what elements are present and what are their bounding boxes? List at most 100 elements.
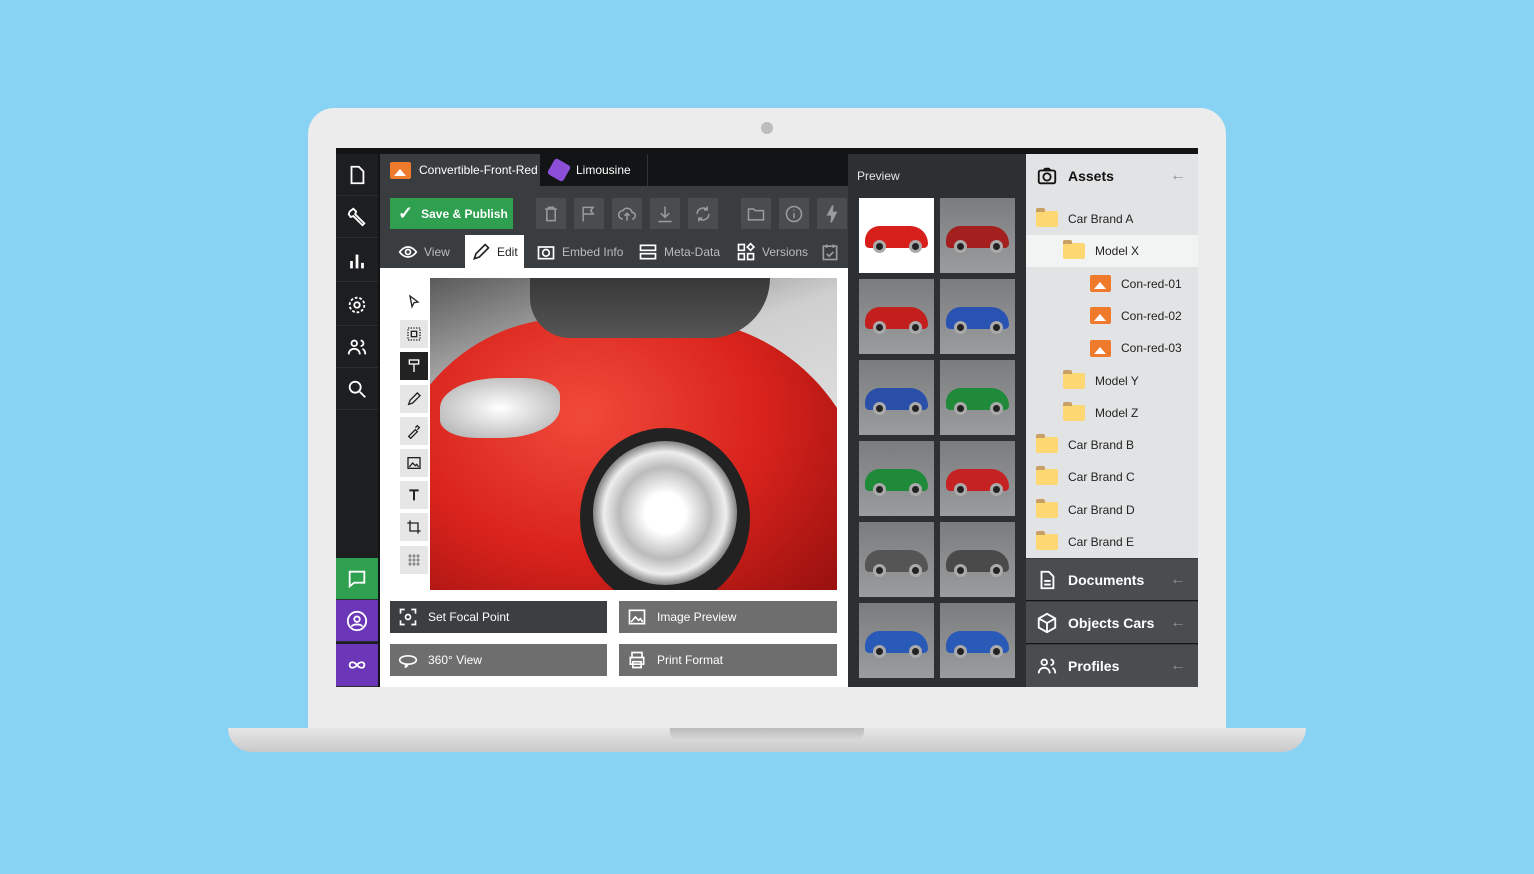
tree-item[interactable]: Model Z — [1026, 397, 1198, 429]
sidebar-search[interactable] — [336, 368, 378, 410]
tree-item[interactable]: Model X — [1026, 235, 1198, 268]
preview-thumbnail[interactable] — [859, 360, 934, 435]
tree-item[interactable]: Con-red-01 — [1026, 268, 1198, 300]
tab-label: View — [424, 244, 450, 259]
tree-item[interactable]: Car Brand A — [1026, 203, 1198, 235]
lightning-button[interactable] — [817, 198, 847, 229]
preview-thumbnail[interactable] — [940, 603, 1015, 678]
tool-image[interactable] — [400, 449, 428, 477]
tree-item[interactable]: Con-red-03 — [1026, 332, 1198, 364]
set-focal-point-button[interactable]: Set Focal Point — [390, 601, 607, 633]
text-icon — [409, 489, 419, 501]
tab-label: Embed Info — [562, 244, 624, 259]
button-label: 360° View — [428, 653, 482, 667]
tab-view[interactable]: View — [392, 235, 456, 268]
sidebar-stats[interactable] — [336, 240, 378, 282]
sidebar-chat[interactable] — [336, 558, 378, 600]
preview-thumbnail[interactable] — [940, 522, 1015, 597]
preview-thumbnail[interactable] — [859, 603, 934, 678]
folder-icon — [1063, 240, 1085, 260]
cube-icon — [1037, 612, 1057, 633]
tree-item[interactable]: Model Y — [1026, 365, 1198, 397]
wheel — [873, 564, 886, 577]
tree-item[interactable]: Car Brand B — [1026, 429, 1198, 461]
folder-button[interactable] — [741, 198, 771, 229]
tool-eyedropper[interactable] — [400, 417, 428, 445]
lightning-icon — [826, 204, 838, 223]
wheel — [990, 321, 1003, 334]
expand-arrow-icon[interactable]: ← — [1170, 614, 1186, 632]
wheel — [990, 483, 1003, 496]
tab-limousine[interactable]: Limousine — [540, 154, 648, 186]
preview-thumbnail[interactable] — [940, 279, 1015, 354]
expand-arrow-icon[interactable]: ← — [1170, 571, 1186, 589]
tool-pencil[interactable] — [400, 385, 428, 413]
gear-icon — [348, 296, 366, 313]
check-icon: ✓ — [398, 203, 414, 223]
section-profiles[interactable]: Profiles ← — [1026, 644, 1198, 687]
preview-thumbnail[interactable] — [940, 198, 1015, 273]
refresh-button[interactable] — [688, 198, 718, 229]
tool-paint-roller[interactable] — [400, 352, 428, 380]
tab-convertible-front-red[interactable]: Convertible-Front-Red — [380, 154, 540, 186]
section-documents[interactable]: Documents ← — [1026, 558, 1198, 600]
preview-thumbnail[interactable] — [859, 279, 934, 354]
sidebar-tools[interactable] — [336, 196, 378, 238]
preview-thumbnail[interactable] — [859, 522, 934, 597]
sidebar-infinity[interactable] — [336, 644, 378, 687]
assets-header[interactable]: Assets ← — [1026, 154, 1198, 197]
360-view-button[interactable]: 360° View — [390, 644, 607, 676]
tool-select[interactable] — [400, 320, 428, 348]
wheel — [873, 645, 886, 658]
tree-item-label: Car Brand D — [1068, 502, 1135, 517]
sidebar-documents[interactable] — [336, 154, 378, 196]
schedule-button[interactable] — [814, 235, 846, 268]
tab-embed-info[interactable]: Embed Info — [530, 235, 629, 268]
document-icon — [350, 165, 365, 184]
delete-button[interactable] — [536, 198, 566, 229]
upload-button[interactable] — [612, 198, 642, 229]
flag-button[interactable] — [574, 198, 604, 229]
wheel — [990, 240, 1003, 253]
download-button[interactable] — [650, 198, 680, 229]
tree-item[interactable]: Car Brand D — [1026, 494, 1198, 526]
tree-item[interactable]: Car Brand E — [1026, 526, 1198, 558]
sidebar-profile[interactable] — [336, 600, 378, 642]
preview-thumbnail[interactable] — [940, 441, 1015, 516]
tab-versions[interactable]: Versions — [730, 235, 814, 268]
tool-pointer[interactable] — [400, 288, 428, 316]
versions-icon — [737, 241, 756, 260]
image-preview-button[interactable]: Image Preview — [619, 601, 837, 633]
tree-item[interactable]: Con-red-02 — [1026, 300, 1198, 332]
image-icon — [390, 161, 411, 179]
tool-text[interactable] — [400, 481, 428, 509]
pencil-icon — [407, 392, 421, 406]
preview-thumbnail[interactable] — [859, 198, 934, 273]
tab-label: Limousine — [576, 163, 631, 177]
save-publish-button[interactable]: ✓ Save & Publish — [390, 198, 513, 229]
tab-edit[interactable]: Edit — [465, 235, 524, 268]
section-objects-cars[interactable]: Objects Cars ← — [1026, 601, 1198, 643]
sidebar-users[interactable] — [336, 326, 378, 368]
preview-thumbnail[interactable] — [940, 360, 1015, 435]
print-format-button[interactable]: Print Format — [619, 644, 837, 676]
collapse-arrow-icon[interactable]: ← — [1170, 167, 1186, 185]
wrench-icon — [347, 207, 366, 227]
info-button[interactable] — [779, 198, 809, 229]
image-icon — [1090, 339, 1111, 357]
sidebar-settings[interactable] — [336, 284, 378, 326]
tab-label: Versions — [762, 244, 809, 259]
car-image-canvas[interactable] — [430, 278, 837, 590]
tool-grid[interactable] — [400, 546, 428, 574]
focus-icon — [399, 608, 417, 626]
preview-thumbnail[interactable] — [859, 441, 934, 516]
wheel — [990, 402, 1003, 415]
download-icon — [658, 206, 672, 222]
expand-arrow-icon[interactable]: ← — [1170, 657, 1186, 675]
printer-icon — [629, 651, 645, 669]
tab-label: Meta-Data — [664, 244, 721, 259]
chat-icon — [348, 570, 366, 588]
tree-item[interactable]: Car Brand C — [1026, 461, 1198, 493]
tab-meta-data[interactable]: Meta-Data — [632, 235, 726, 268]
tool-crop[interactable] — [400, 513, 428, 541]
